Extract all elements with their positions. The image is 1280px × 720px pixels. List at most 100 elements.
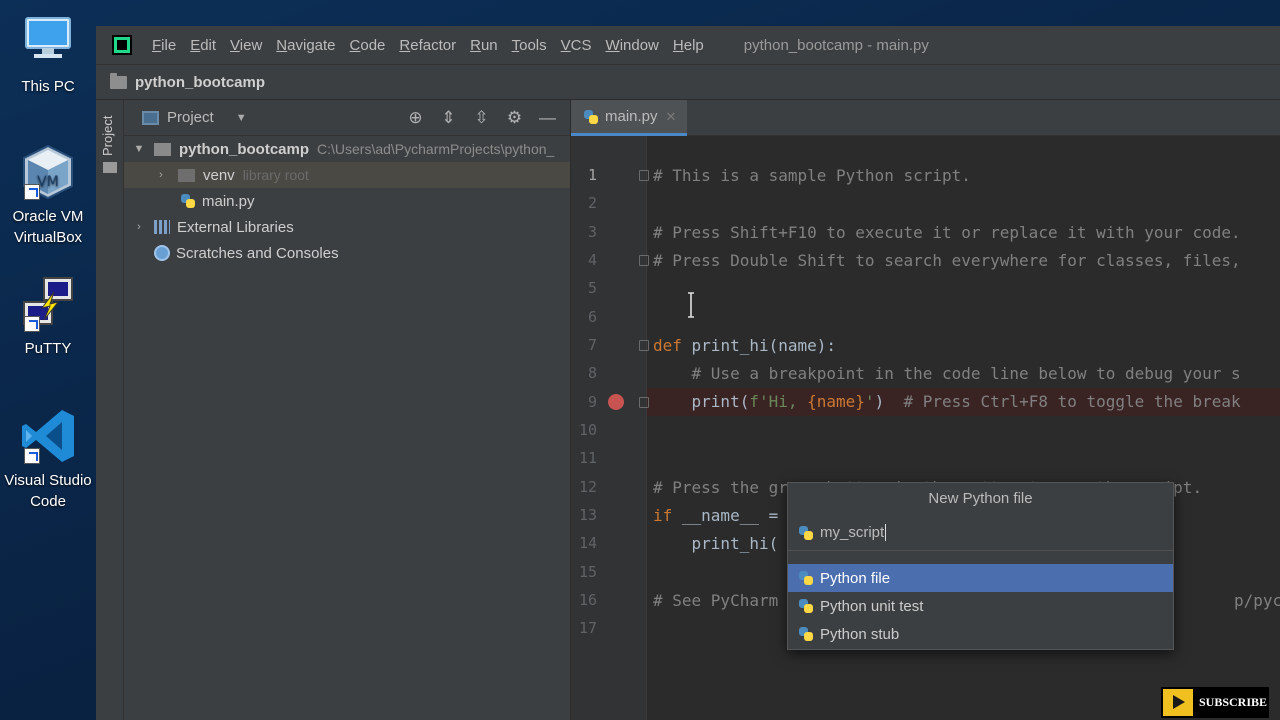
close-icon[interactable]: ✕	[666, 109, 677, 125]
line-number: 12	[578, 478, 597, 496]
desktop-icon-this-pc[interactable]: This PC	[0, 12, 96, 97]
project-panel-title[interactable]: Project	[167, 109, 214, 126]
desktop-icon-label: VirtualBox	[13, 229, 83, 246]
option-label: Python file	[820, 569, 891, 587]
line-number: 4	[587, 251, 597, 269]
dialog-title: New Python file	[928, 490, 1033, 507]
tree-item-external-libraries[interactable]: › External Libraries	[124, 214, 570, 240]
python-file-icon	[798, 626, 814, 642]
play-icon	[1163, 689, 1193, 716]
breakpoint-icon[interactable]	[608, 394, 624, 410]
tree-item-main-py[interactable]: main.py	[124, 188, 570, 214]
file-name-input[interactable]: my_script	[788, 515, 1173, 551]
tree-item-hint: library root	[242, 167, 309, 183]
shortcut-arrow-icon	[24, 316, 40, 332]
menu-bar: File Edit View Navigate Code Refactor Ru…	[96, 26, 1280, 64]
expand-all-icon[interactable]: ⇕	[432, 106, 465, 130]
project-panel-header: Project ▼ ⊕ ⇕ ⇳ ⚙ —	[124, 100, 570, 136]
desktop-icon-label: PuTTY	[24, 340, 72, 357]
code-line-1: # This is a sample Python script.	[653, 166, 971, 185]
fold-icon[interactable]	[639, 340, 649, 351]
menu-run[interactable]: Run	[470, 37, 498, 54]
breadcrumb-project[interactable]: python_bootcamp	[135, 74, 265, 91]
line-number: 17	[578, 619, 597, 637]
menu-edit[interactable]: Edit	[190, 37, 216, 54]
chevron-right-icon[interactable]: ›	[154, 169, 168, 181]
shortcut-arrow-icon	[24, 184, 40, 200]
menu-tools[interactable]: Tools	[512, 37, 547, 54]
desktop-icon-putty[interactable]: PuTTY	[0, 274, 96, 359]
menu-view[interactable]: View	[230, 37, 262, 54]
menu-vcs[interactable]: VCS	[561, 37, 592, 54]
subscribe-badge[interactable]: SUBSCRIBE	[1161, 687, 1269, 718]
chevron-right-icon[interactable]: ›	[132, 221, 146, 233]
tab-main-py[interactable]: main.py ✕	[571, 100, 687, 136]
text-caret	[885, 524, 887, 541]
tree-item-project-root[interactable]: ▼ python_bootcamp C:\Users\ad\PycharmPro…	[124, 136, 570, 162]
desktop-icon-vscode[interactable]: Visual Studio Code	[0, 406, 96, 512]
tree-item-label: venv	[203, 166, 235, 184]
tree-item-label: main.py	[202, 192, 255, 210]
keyword-token: def	[653, 336, 682, 355]
option-label: Python stub	[820, 625, 900, 643]
menu-help[interactable]: Help	[673, 37, 704, 54]
code-line-3: # Press Shift+F10 to execute it or repla…	[653, 223, 1241, 242]
file-type-option-python-unit-test[interactable]: Python unit test	[788, 592, 1173, 620]
desktop-icon-virtualbox[interactable]: VM Oracle VM VirtualBox	[0, 142, 96, 248]
vscode-icon	[18, 406, 78, 466]
project-view-icon	[142, 110, 159, 125]
tree-item-venv[interactable]: › venv library root	[124, 162, 570, 188]
editor-tab-bar: main.py ✕	[571, 100, 1280, 136]
pycharm-logo-icon[interactable]	[112, 35, 132, 55]
collapse-all-icon[interactable]: ⇳	[465, 106, 498, 130]
line-number: 8	[587, 364, 597, 382]
folder-icon	[154, 142, 171, 156]
tree-item-scratches[interactable]: Scratches and Consoles	[124, 240, 570, 266]
desktop-icon-label: Visual Studio	[4, 472, 92, 489]
project-tool-button[interactable]: Project	[100, 110, 120, 162]
desktop-icon-label: This PC	[21, 78, 75, 95]
fstring-expression-token: {name}	[807, 392, 865, 411]
menu-refactor[interactable]: Refactor	[399, 37, 456, 54]
tree-item-path: C:\Users\ad\PycharmProjects\python_	[317, 141, 555, 157]
menu-file[interactable]: File	[152, 37, 176, 54]
gear-icon[interactable]: ⚙	[498, 106, 531, 130]
line-number: 11	[578, 449, 597, 467]
fold-icon[interactable]	[639, 170, 649, 181]
line-number: 6	[587, 308, 597, 326]
file-type-option-python-file[interactable]: Python file	[788, 564, 1173, 592]
chevron-down-icon[interactable]: ▼	[236, 112, 247, 124]
chevron-down-icon[interactable]: ▼	[132, 143, 146, 155]
menu-code[interactable]: Code	[350, 37, 386, 54]
python-file-icon	[798, 570, 814, 586]
hide-panel-icon[interactable]: —	[531, 106, 564, 130]
navigation-bar: python_bootcamp	[96, 64, 1280, 100]
python-file-icon	[798, 598, 814, 614]
tool-window-strip: Project	[96, 100, 124, 720]
code-line-7: def print_hi(name):	[653, 332, 1280, 360]
library-icon	[154, 220, 170, 234]
menu-window[interactable]: Window	[606, 37, 659, 54]
python-file-icon	[583, 109, 599, 125]
computer-icon	[18, 12, 78, 72]
code-token: )	[874, 392, 904, 411]
code-token: print_hi(name):	[681, 336, 837, 355]
code-line-16-tail: p/pycharm/	[1234, 591, 1280, 610]
locate-file-icon[interactable]: ⊕	[399, 106, 432, 130]
line-number: 10	[578, 421, 597, 439]
file-type-list: Python file Python unit test Python stub	[788, 551, 1173, 648]
line-number: 3	[587, 223, 597, 241]
folder-icon	[103, 162, 117, 173]
window-title: python_bootcamp - main.py	[743, 36, 929, 54]
line-number: 1	[587, 166, 597, 184]
fold-icon[interactable]	[639, 255, 649, 266]
shortcut-arrow-icon	[24, 448, 40, 464]
folder-icon	[178, 168, 195, 182]
line-number: 5	[587, 279, 597, 297]
file-name-value: my_script	[820, 524, 885, 541]
code-line-8: # Use a breakpoint in the code line belo…	[653, 364, 1241, 383]
python-file-icon	[180, 193, 196, 209]
fold-icon[interactable]	[639, 397, 649, 408]
file-type-option-python-stub[interactable]: Python stub	[788, 620, 1173, 648]
menu-navigate[interactable]: Navigate	[276, 37, 335, 54]
